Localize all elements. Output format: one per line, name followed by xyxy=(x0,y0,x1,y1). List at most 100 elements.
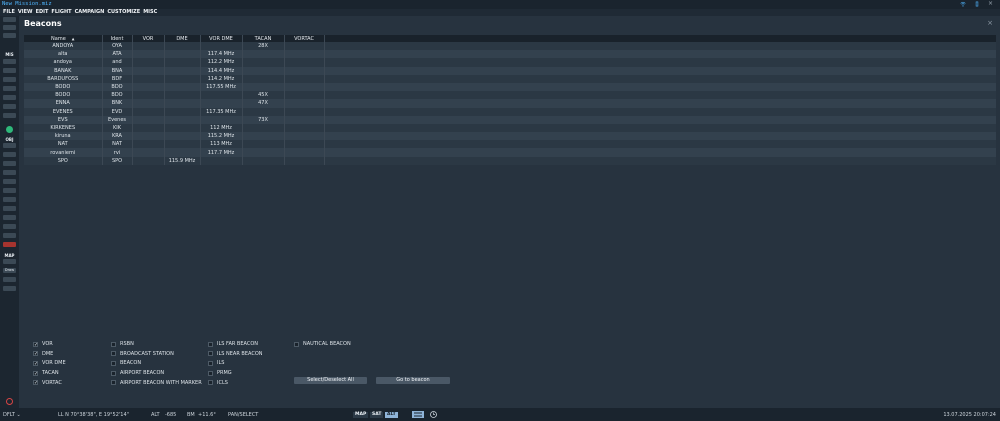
checkbox[interactable] xyxy=(111,341,116,347)
menu-view[interactable]: VIEW xyxy=(18,9,33,16)
filter-vor-dme[interactable]: ✓ VOR DME xyxy=(33,360,66,366)
table-row[interactable]: rovaniemi rvi 117.7 MHz xyxy=(24,148,996,157)
filter-ils[interactable]: ILS xyxy=(208,360,224,366)
ship-icon[interactable] xyxy=(3,161,16,166)
filter-prmg[interactable]: PRMG xyxy=(208,370,232,376)
column-header-vor-dme[interactable]: VOR DME xyxy=(200,35,243,42)
add-icon[interactable] xyxy=(6,126,13,133)
bullseye-icon[interactable] xyxy=(3,215,16,220)
table-row[interactable]: ENNA BNK 47X xyxy=(24,99,996,108)
open-folder-icon[interactable] xyxy=(3,25,16,30)
checkbox[interactable] xyxy=(294,341,299,347)
navpoint-icon[interactable] xyxy=(3,206,16,211)
go-to-beacon-button[interactable]: Go to beacon xyxy=(376,377,450,384)
measure-icon[interactable] xyxy=(3,277,16,282)
table-row[interactable]: alta ATA 117.4 MHz xyxy=(24,50,996,59)
checkbox[interactable]: ✓ xyxy=(33,341,38,347)
filter-rsbn[interactable]: RSBN xyxy=(111,341,134,347)
table-row[interactable]: ANDOYA OYA 28X xyxy=(24,42,996,51)
table-row[interactable]: andoya and 112.2 MHz xyxy=(24,58,996,67)
save-icon[interactable] xyxy=(3,17,16,22)
new-mission-icon[interactable] xyxy=(3,33,16,38)
checklist-icon[interactable] xyxy=(3,104,16,109)
table-row[interactable]: BARDUFOSS BDF 114.2 MHz xyxy=(24,74,996,83)
table-row[interactable]: BANAK BNA 114.4 MHz xyxy=(24,66,996,75)
menu-edit[interactable]: EDIT xyxy=(36,9,49,16)
checkbox[interactable] xyxy=(111,370,116,376)
group-icon[interactable] xyxy=(3,224,16,229)
map-mode-alt[interactable]: ALT xyxy=(385,411,398,418)
column-header-name[interactable]: Name ▲ xyxy=(24,35,103,42)
vehicle-icon[interactable] xyxy=(3,170,16,175)
map-key-icon[interactable] xyxy=(3,259,16,264)
table-row[interactable]: EVENES EVD 117.35 MHz xyxy=(24,107,996,116)
layout-dflt[interactable]: DFLT ⌄ xyxy=(3,412,21,418)
filter-beacon[interactable]: BEACON xyxy=(111,360,141,366)
menu-flight[interactable]: FLIGHT xyxy=(51,9,71,16)
column-header-vortac[interactable]: VORTAC xyxy=(284,35,325,42)
checkbox[interactable]: ✓ xyxy=(33,351,38,357)
draw-button[interactable]: Draw xyxy=(3,268,16,273)
filter-vor[interactable]: ✓ VOR xyxy=(33,341,53,347)
checkbox[interactable] xyxy=(208,351,213,357)
table-row[interactable]: BODO BDO 45X xyxy=(24,91,996,100)
filter-icls[interactable]: ICLS xyxy=(208,380,228,386)
select-deselect-all-button[interactable]: Select/Deselect All xyxy=(294,377,367,384)
mission-goals-icon[interactable] xyxy=(3,59,16,64)
filter-ils-far-beacon[interactable]: ILS FAR BEACON xyxy=(208,341,258,347)
table-row[interactable]: BODO BDO 117.55 MHz xyxy=(24,82,996,92)
table-row[interactable]: kiruna KRA 115.2 MHz xyxy=(24,132,996,141)
map-layers-icon[interactable] xyxy=(3,286,16,291)
column-header-tacan[interactable]: TACAN xyxy=(242,35,285,42)
checkbox[interactable] xyxy=(208,360,213,366)
trigger-zone-icon[interactable] xyxy=(3,197,16,202)
helicopter-icon[interactable] xyxy=(3,152,16,157)
filter-dme[interactable]: ✓ DME xyxy=(33,351,53,357)
checkbox[interactable]: ✓ xyxy=(33,360,38,366)
map-mode-sat[interactable]: SAT xyxy=(370,411,384,418)
checkbox[interactable] xyxy=(111,380,116,386)
checkbox[interactable] xyxy=(208,380,213,386)
ruler-icon[interactable] xyxy=(3,77,16,82)
checkbox[interactable] xyxy=(111,360,116,366)
weather-icon[interactable] xyxy=(3,95,16,100)
table-row[interactable]: NAT NAT 113 MHz xyxy=(24,140,996,149)
plane-icon[interactable] xyxy=(3,143,16,148)
menu-misc[interactable]: MISC xyxy=(143,9,157,16)
filter-broadcast-station[interactable]: BROADCAST STATION xyxy=(111,351,174,357)
wifi-icon[interactable] xyxy=(960,1,966,7)
delete-icon[interactable] xyxy=(3,242,16,247)
close-icon[interactable]: × xyxy=(987,19,993,27)
filter-airport-beacon[interactable]: AIRPORT BEACON xyxy=(111,370,164,376)
triggers-icon[interactable] xyxy=(3,68,16,73)
column-header-ident[interactable]: Ident xyxy=(102,35,133,42)
table-row[interactable]: KIRKENES KIK 112 MHz xyxy=(24,123,996,133)
filter-airport-beacon-with-marker[interactable]: AIRPORT BEACON WITH MARKER xyxy=(111,380,202,386)
checkbox[interactable] xyxy=(111,351,116,357)
checkbox[interactable] xyxy=(208,370,213,376)
checkbox[interactable] xyxy=(208,341,213,347)
power-icon[interactable] xyxy=(6,398,13,405)
template-icon[interactable] xyxy=(3,188,16,193)
map-mode-map[interactable]: MAP xyxy=(353,411,369,418)
filter-tacan[interactable]: ✓ TACAN xyxy=(33,370,59,376)
units-icon[interactable] xyxy=(3,233,16,238)
static-object-icon[interactable] xyxy=(3,179,16,184)
table-row[interactable]: EVS Evenes 73X xyxy=(24,115,996,124)
resources-icon[interactable] xyxy=(3,113,16,118)
filter-nautical-beacon[interactable]: NAUTICAL BEACON xyxy=(294,341,351,347)
menu-customize[interactable]: CUSTOMIZE xyxy=(107,9,140,16)
antenna-icon[interactable] xyxy=(974,1,980,7)
filter-ils-near-beacon[interactable]: ILS NEAR BEACON xyxy=(208,351,263,357)
table-row[interactable]: SPO SPO 115.9 MHz xyxy=(24,156,996,165)
window-close-icon[interactable]: × xyxy=(988,1,994,7)
column-header-vor[interactable]: VOR xyxy=(132,35,165,42)
briefing-icon[interactable] xyxy=(3,86,16,91)
menu-file[interactable]: FILE xyxy=(3,9,15,16)
checkbox[interactable]: ✓ xyxy=(33,380,38,386)
clock-icon[interactable] xyxy=(430,411,437,418)
map-view-icon[interactable] xyxy=(412,411,424,418)
checkbox[interactable]: ✓ xyxy=(33,370,38,376)
column-header-dme[interactable]: DME xyxy=(164,35,201,42)
filter-vortac[interactable]: ✓ VORTAC xyxy=(33,380,62,386)
